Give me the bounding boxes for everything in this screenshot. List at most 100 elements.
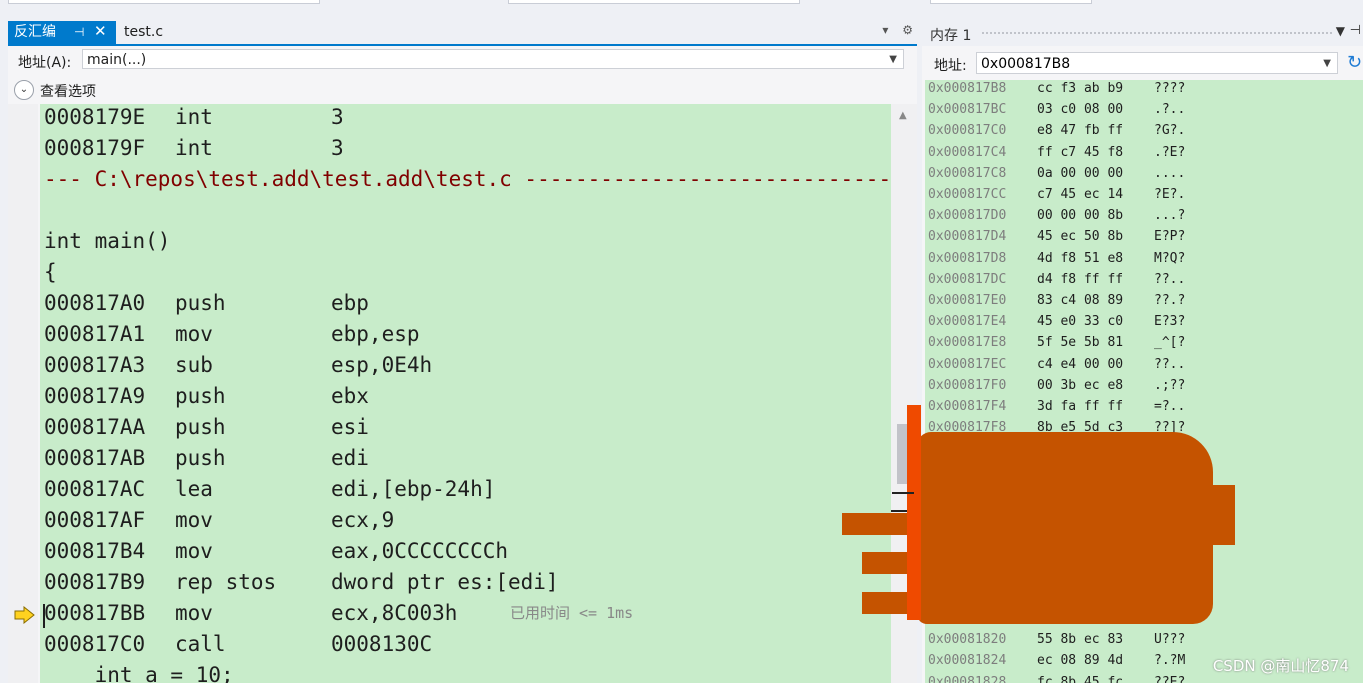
- disassembly-window: 反汇编 ⊣ ✕ test.c ▾ ⚙ 地址(A): main(...) ▼ ⌄ …: [8, 20, 917, 683]
- chevron-down-icon[interactable]: ▼: [889, 50, 897, 70]
- memory-address: 0x000817BC: [928, 102, 1007, 118]
- scroll-up-icon[interactable]: ▲: [899, 110, 907, 121]
- memory-address: 0x00081824: [928, 653, 1007, 669]
- memory-bytes: 55 8b ec 83: [1037, 632, 1124, 648]
- pin-icon[interactable]: ⊣: [74, 21, 84, 44]
- chevron-down-icon[interactable]: ▼: [1323, 53, 1331, 75]
- instruction-mnemonic: push: [175, 415, 226, 439]
- instruction-address: 000817A9: [44, 384, 146, 408]
- memory-bytes: ff c7 45 f8: [1037, 144, 1124, 160]
- instruction-operands: esi: [331, 415, 369, 439]
- memory-ascii: ?E?.: [1154, 187, 1186, 202]
- memory-ascii: ...?: [1154, 208, 1186, 224]
- refresh-icon[interactable]: ↻: [1347, 52, 1362, 73]
- instruction-operands: esp,0E4h: [331, 353, 433, 377]
- memory-bytes: 00 3b ec e8: [1037, 377, 1124, 393]
- scroll-marker: [892, 492, 914, 494]
- instruction-address: 0008179F: [44, 136, 146, 160]
- view-options-row: ⌄ 查看选项: [8, 76, 917, 104]
- memory-address-row: 地址: 0x000817B8 ▼ ↻: [922, 48, 1363, 78]
- memory-address-value: 0x000817B8: [981, 56, 1071, 72]
- address-input[interactable]: main(...) ▼: [82, 49, 904, 69]
- memory-ascii: ?G?.: [1154, 123, 1186, 139]
- memory-bytes: 45 ec 50 8b: [1037, 229, 1124, 245]
- toolbar-field-2[interactable]: [508, 0, 800, 4]
- memory-bytes: 4d f8 51 e8: [1037, 250, 1124, 266]
- memory-address: 0x000817E8: [928, 335, 1007, 351]
- tab-tools: ▾ ⚙: [872, 23, 913, 37]
- tab-disassembly[interactable]: 反汇编 ⊣ ✕: [8, 21, 116, 44]
- memory-ascii: ??.?: [1154, 293, 1186, 308]
- memory-ascii: =?..: [1154, 399, 1186, 414]
- tab-label: test.c: [124, 24, 164, 40]
- memory-address: 0x000817C0: [928, 123, 1007, 139]
- memory-address-input[interactable]: 0x000817B8 ▼: [976, 52, 1338, 74]
- memory-bytes: 0a 00 00 00: [1037, 165, 1124, 181]
- instruction-operands: dword ptr es:[edi]: [331, 570, 559, 594]
- memory-ascii: ....: [1154, 165, 1186, 181]
- instruction-mnemonic: mov: [175, 539, 213, 563]
- memory-address: 0x000817B8: [928, 81, 1007, 96]
- instruction-operands: ebx: [331, 384, 369, 408]
- instruction-operands: 3: [331, 105, 344, 129]
- memory-ascii: ??..: [1154, 356, 1186, 372]
- instruction-operands: edi: [331, 446, 369, 470]
- instruction-mnemonic: call: [175, 632, 226, 656]
- toolbar-strip: [0, 0, 1363, 18]
- instruction-address: 000817C0: [44, 632, 146, 656]
- address-value: main(...): [87, 52, 147, 68]
- memory-ascii: M?Q?: [1154, 250, 1186, 266]
- instruction-mnemonic: mov: [175, 508, 213, 532]
- view-options-label[interactable]: 查看选项: [40, 81, 96, 101]
- memory-bytes: fc 8b 45 fc: [1037, 674, 1124, 683]
- memory-address: 0x000817D0: [928, 208, 1007, 224]
- memory-address: 0x00081828: [928, 674, 1007, 683]
- instruction-address: 000817AA: [44, 415, 146, 439]
- redaction-mark: [907, 405, 921, 620]
- chevron-down-icon[interactable]: ▼: [1336, 24, 1345, 38]
- instruction-mnemonic: push: [175, 291, 226, 315]
- pin-icon[interactable]: ⊣: [1350, 23, 1361, 38]
- memory-ascii: E?P?: [1154, 229, 1186, 245]
- memory-address: 0x000817C4: [928, 144, 1007, 160]
- close-icon[interactable]: ✕: [94, 20, 107, 43]
- expand-chevron-icon[interactable]: ⌄: [14, 80, 34, 100]
- tab-test-c[interactable]: test.c: [118, 21, 169, 44]
- memory-address: 0x000817F0: [928, 377, 1007, 393]
- memory-address: 0x000817E4: [928, 314, 1007, 330]
- tab-label: 反汇编: [14, 24, 56, 40]
- memory-bytes: 3d fa ff ff: [1037, 399, 1124, 414]
- tab-bar: 反汇编 ⊣ ✕ test.c ▾ ⚙: [8, 20, 917, 46]
- memory-address: 0x000817DC: [928, 271, 1007, 287]
- instruction-mnemonic: int: [175, 136, 213, 160]
- memory-ascii: ??..: [1154, 271, 1186, 287]
- toolbar-field-3[interactable]: [930, 0, 1092, 4]
- memory-address: 0x000817C8: [928, 165, 1007, 181]
- source-line: int a = 10;: [44, 663, 234, 683]
- disassembly-code: 0008179E int 3 0008179F int 3 --- C:\repos\tes…: [40, 104, 891, 683]
- instruction-mnemonic: int: [175, 105, 213, 129]
- memory-bytes: c4 e4 00 00: [1037, 356, 1124, 372]
- memory-address-label: 地址:: [934, 58, 967, 74]
- memory-bytes: c7 45 ec 14: [1037, 187, 1124, 202]
- instruction-operands: eax,0CCCCCCCCh: [331, 539, 509, 563]
- memory-address: 0x000817D8: [928, 250, 1007, 266]
- memory-address: 0x000817D4: [928, 229, 1007, 245]
- toolbar-field-1[interactable]: [8, 0, 320, 4]
- memory-bytes: d4 f8 ff ff: [1037, 271, 1124, 287]
- chevron-down-icon[interactable]: ▾: [882, 23, 888, 37]
- memory-bytes: e8 47 fb ff: [1037, 123, 1124, 139]
- gear-icon[interactable]: ⚙: [902, 23, 913, 37]
- memory-address: 0x000817F4: [928, 399, 1007, 414]
- memory-address: 0x00081820: [928, 632, 1007, 648]
- memory-title: 内存 1: [930, 28, 972, 44]
- memory-address: 0x000817E0: [928, 293, 1007, 308]
- redaction-mark: [1205, 485, 1235, 545]
- drag-grip[interactable]: [982, 32, 1332, 37]
- source-line: --- C:\repos\test.add\test.add\test.c --…: [44, 167, 891, 191]
- breakpoint-gutter[interactable]: [8, 104, 38, 683]
- instruction-address: 000817B9: [44, 570, 146, 594]
- memory-ascii: ?.?M: [1154, 653, 1186, 669]
- instruction-address: 000817A1: [44, 322, 146, 346]
- memory-address: 0x000817EC: [928, 356, 1007, 372]
